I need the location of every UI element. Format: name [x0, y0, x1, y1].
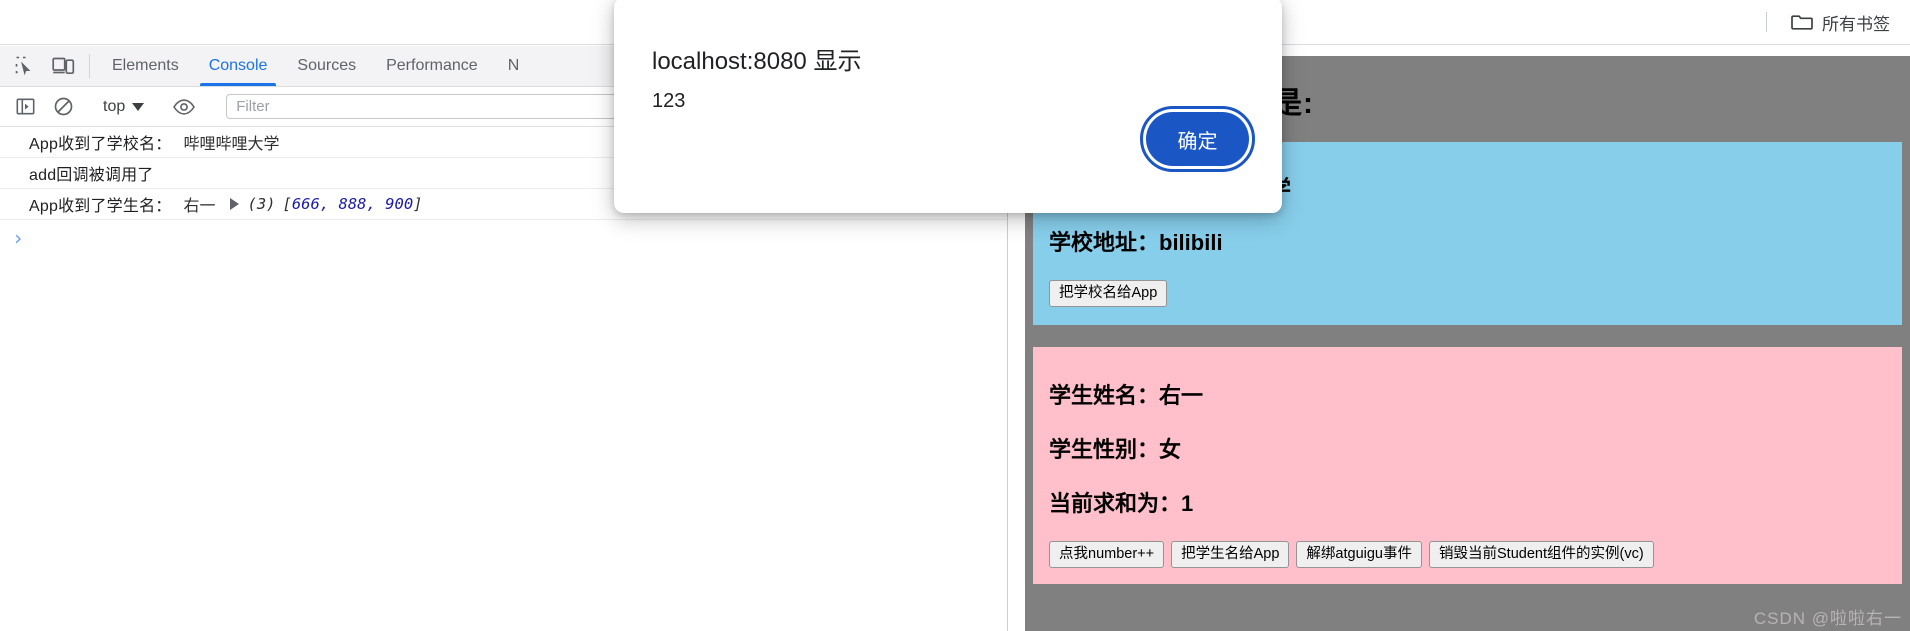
student-name-line: 学生姓名：右一	[1049, 382, 1204, 408]
array-items: 666, 888, 900	[291, 195, 414, 213]
live-expression-eye-icon[interactable]	[165, 98, 203, 115]
bookmarks-divider	[1766, 12, 1767, 32]
tab-console[interactable]: Console	[194, 46, 283, 86]
school-address-line: 学校地址：bilibili	[1049, 230, 1223, 255]
tab-network[interactable]: N	[493, 46, 535, 86]
all-bookmarks-button[interactable]: 所有书签	[1785, 7, 1896, 38]
inspect-element-icon[interactable]	[6, 46, 44, 86]
execution-context-label: top	[103, 97, 126, 115]
log-message: App收到了学生名：	[29, 198, 172, 215]
log-message: add回调被调用了	[29, 167, 154, 184]
school-button-row: 把学校名给App	[1033, 268, 1902, 311]
device-toolbar-icon[interactable]	[44, 46, 82, 86]
toolbar-separator-1	[89, 54, 90, 78]
console-prompt-row[interactable]: ›	[0, 220, 1007, 256]
prompt-caret-icon: ›	[12, 226, 25, 250]
array-open-bracket: [	[282, 195, 292, 213]
tab-sources[interactable]: Sources	[282, 46, 371, 86]
folder-icon	[1791, 13, 1813, 31]
javascript-alert-dialog: localhost:8080 显示 123 确定	[614, 0, 1282, 213]
expand-array-triangle-icon[interactable]	[229, 198, 239, 210]
all-bookmarks-label: 所有书签	[1822, 14, 1890, 34]
student-component: 学生姓名：右一 学生性别：女 当前求和为：1 点我number++ 把学生名给A…	[1033, 346, 1902, 584]
screen-root: 所有书签 Elements Console Sources Performanc…	[0, 0, 1910, 631]
student-gender-line: 学生性别：女	[1049, 436, 1182, 462]
tab-elements[interactable]: Elements	[97, 46, 194, 86]
chevron-down-icon	[132, 102, 145, 111]
log-message: App收到了学校名：	[29, 136, 172, 153]
student-button-row: 点我number++ 把学生名给App 解绑atguigu事件 销毁当前Stud…	[1033, 529, 1902, 572]
send-school-name-to-app-button[interactable]: 把学校名给App	[1049, 280, 1168, 307]
execution-context-select[interactable]: top	[97, 96, 150, 118]
tab-performance[interactable]: Performance	[371, 46, 493, 86]
array-length: (3)	[247, 195, 276, 213]
alert-message-text: 123	[652, 90, 686, 112]
unbind-atguigu-event-button[interactable]: 解绑atguigu事件	[1296, 540, 1422, 568]
alert-ok-button[interactable]: 确定	[1140, 106, 1255, 172]
console-sidebar-icon[interactable]	[6, 97, 44, 116]
alert-origin-title: localhost:8080 显示	[652, 48, 862, 75]
array-close-bracket: ]	[413, 195, 423, 213]
log-value: 哔哩哔哩大学	[183, 136, 280, 153]
array-preview: [666, 888, 900]	[283, 195, 423, 213]
log-value: 右一	[183, 198, 216, 215]
increment-number-button[interactable]: 点我number++	[1049, 540, 1165, 568]
clear-console-icon[interactable]	[44, 97, 82, 116]
send-student-name-to-app-button[interactable]: 把学生名给App	[1171, 540, 1290, 568]
destroy-student-instance-button[interactable]: 销毁当前Student组件的实例(vc)	[1429, 540, 1654, 568]
student-sum-line: 当前求和为：1	[1049, 490, 1194, 516]
